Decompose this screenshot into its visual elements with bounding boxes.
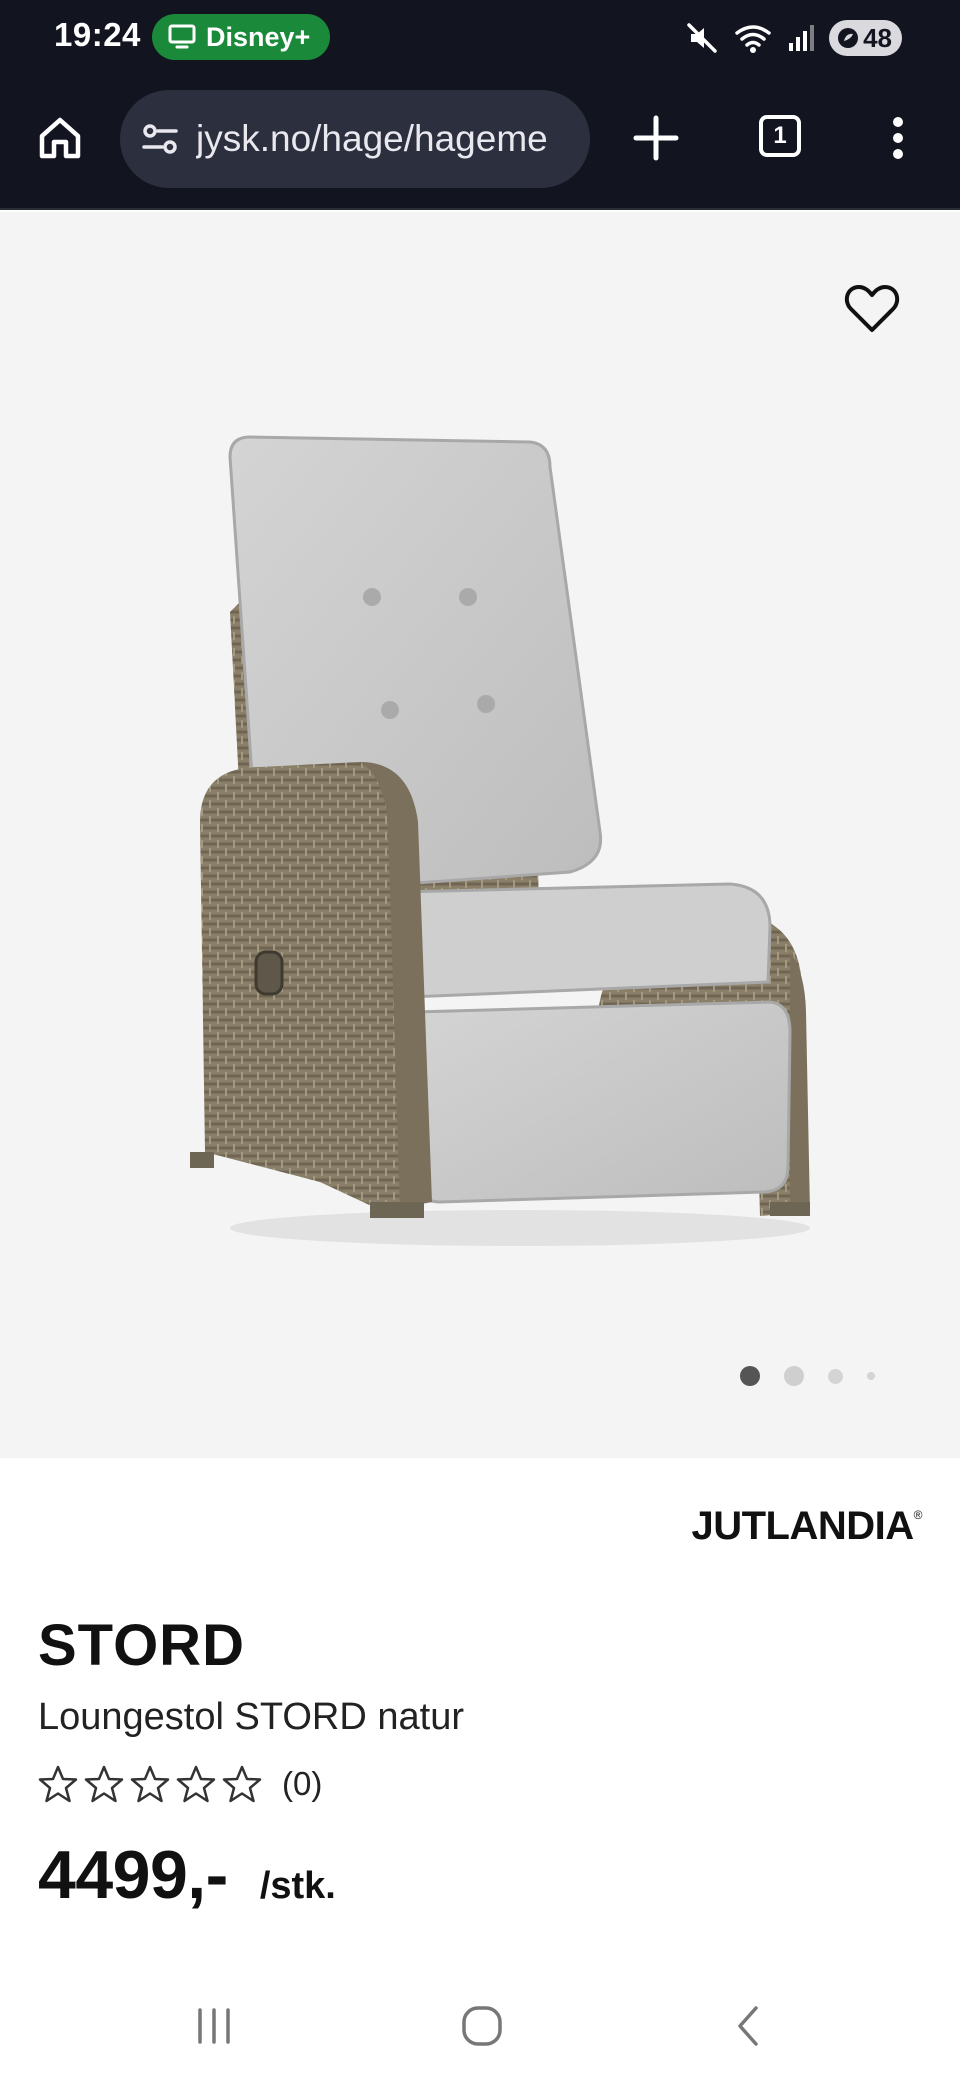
browser-toolbar: jysk.no/hage/hagemе 1 — [0, 78, 960, 210]
home-icon — [39, 117, 81, 159]
status-bar: 19:24 Disney+ 48 — [0, 0, 960, 78]
battery-level: 48 — [863, 22, 892, 53]
home-circle-icon[interactable] — [452, 1996, 512, 2056]
url-text: jysk.no/hage/hagemе — [196, 118, 548, 159]
gallery-dot[interactable] — [867, 1372, 875, 1380]
recents-icon[interactable] — [184, 1996, 244, 2056]
rating[interactable]: (0) — [38, 1764, 322, 1804]
star-outline-icon — [222, 1765, 262, 1803]
price: 4499,- /stk. — [38, 1836, 336, 1914]
star-outline-icon — [176, 1765, 216, 1803]
mute-icon — [687, 23, 717, 53]
price-unit: /stk. — [259, 1865, 336, 1907]
signal-icon — [789, 25, 815, 51]
product-image — [190, 435, 810, 1246]
battery-icon — [838, 28, 859, 48]
product-title: STORD — [38, 1613, 245, 1678]
cast-badge-label: Disney+ — [206, 21, 311, 52]
tabs-icon: 1 — [759, 115, 801, 157]
star-outline-icon — [84, 1765, 124, 1803]
star-outline-icon — [130, 1765, 170, 1803]
tab-switcher-button[interactable]: 1 — [748, 104, 812, 168]
rating-count: (0) — [282, 1765, 323, 1802]
address-bar[interactable]: jysk.no/hage/hagemе — [120, 90, 590, 188]
product-description: Loungestol STORD natur — [38, 1696, 464, 1738]
home-button[interactable] — [28, 106, 92, 170]
gallery-dot-active[interactable] — [740, 1366, 760, 1386]
price-value: 4499,- — [38, 1837, 228, 1913]
brand-name: JUTLANDIA — [691, 1504, 914, 1548]
gallery-pagination — [740, 1364, 875, 1388]
product-gallery[interactable] — [0, 212, 960, 1458]
status-icons: 48 — [685, 18, 902, 58]
tv-icon — [168, 24, 196, 49]
more-vert-icon[interactable] — [870, 106, 926, 170]
status-time: 19:24 — [54, 16, 141, 53]
gallery-dot[interactable] — [828, 1368, 843, 1384]
plus-icon[interactable] — [624, 106, 688, 170]
wifi-icon — [735, 25, 771, 53]
back-icon[interactable] — [720, 1996, 780, 2056]
site-settings-icon[interactable] — [136, 115, 184, 163]
system-nav-bar — [0, 1970, 960, 2080]
star-outline-icon — [38, 1765, 78, 1803]
heart-outline-icon[interactable] — [842, 278, 902, 338]
battery-indicator: 48 — [829, 20, 902, 56]
brand-logo[interactable]: JUTLANDIA® — [691, 1504, 922, 1549]
tab-count: 1 — [773, 122, 787, 149]
cast-badge[interactable]: Disney+ — [152, 14, 331, 60]
brand-mark: ® — [913, 1508, 923, 1522]
gallery-dot[interactable] — [784, 1366, 804, 1386]
